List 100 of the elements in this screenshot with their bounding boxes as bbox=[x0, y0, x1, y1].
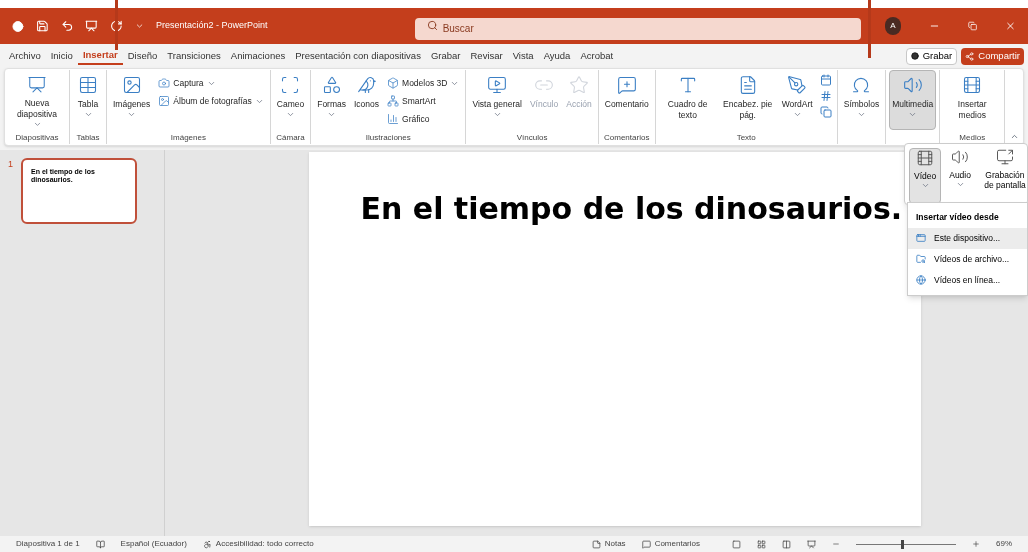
ribbon-button[interactable]: Multimedia bbox=[889, 70, 937, 130]
group-label: Vínculos bbox=[516, 132, 548, 144]
menu-item[interactable]: Este dispositivo... bbox=[908, 227, 1027, 249]
ribbon-button[interactable]: Vista general bbox=[469, 70, 525, 130]
redo-icon[interactable] bbox=[110, 19, 123, 33]
leader-line bbox=[115, 0, 118, 50]
close-icon[interactable] bbox=[1005, 20, 1017, 32]
monitor-icon bbox=[487, 75, 508, 95]
ribbon-tab[interactable]: Animaciones bbox=[225, 47, 291, 65]
calendar-icon[interactable] bbox=[819, 74, 832, 86]
restore-icon[interactable] bbox=[968, 21, 978, 31]
avatar[interactable]: A bbox=[884, 17, 902, 35]
ribbon-button[interactable]: Comentario bbox=[601, 70, 652, 130]
window-title: Presentación2 - PowerPoint bbox=[155, 19, 269, 33]
record-icon bbox=[910, 52, 919, 60]
notes-icon bbox=[591, 539, 601, 549]
film-icon bbox=[962, 75, 983, 95]
ribbon-tab[interactable]: Grabar bbox=[425, 47, 466, 65]
speaker-icon bbox=[951, 148, 970, 166]
collapse-icon[interactable] bbox=[1010, 132, 1019, 141]
ribbon-button[interactable]: Cameo bbox=[273, 70, 308, 130]
group-label: Comentarios bbox=[604, 132, 650, 144]
ribbon-button[interactable]: Gráfico bbox=[384, 110, 463, 128]
comment-icon bbox=[641, 539, 651, 549]
normal-view-icon[interactable] bbox=[732, 539, 741, 549]
slide-count: Diapositiva 1 de 1 bbox=[16, 538, 80, 550]
ribbon-button[interactable]: Captura bbox=[155, 74, 267, 92]
star-icon bbox=[569, 75, 589, 95]
share-button[interactable]: Compartir bbox=[961, 47, 1024, 65]
bird-icon bbox=[356, 75, 377, 95]
menu-item[interactable]: Vídeos de archivo... bbox=[908, 248, 1027, 270]
ribbon-tab[interactable]: Acrobat bbox=[575, 47, 619, 65]
media-button[interactable]: Grabación de pantalla bbox=[978, 148, 1028, 204]
media-button[interactable]: Vídeo bbox=[909, 148, 942, 204]
app-icon[interactable] bbox=[12, 19, 24, 33]
ribbon-button[interactable]: Álbum de fotografías bbox=[155, 92, 267, 110]
ribbon-button[interactable]: SmartArt bbox=[384, 92, 463, 110]
zoom-thumb[interactable] bbox=[901, 539, 904, 549]
folder-search-icon bbox=[916, 254, 926, 265]
number-icon[interactable] bbox=[819, 90, 832, 102]
omega-icon bbox=[851, 75, 872, 95]
ribbon-button[interactable]: Tabla bbox=[73, 70, 103, 130]
ribbon-button[interactable]: Insertar medios bbox=[943, 70, 1002, 130]
ribbon-tab[interactable]: Inicio bbox=[45, 47, 78, 65]
accessibility-status[interactable]: Accesibilidad: todo correcto bbox=[215, 538, 314, 550]
bar-chart-icon bbox=[387, 113, 400, 125]
language-label[interactable]: Español (Ecuador) bbox=[120, 538, 187, 550]
ribbon-tab[interactable]: Ayuda bbox=[538, 47, 576, 65]
slideshow-icon[interactable] bbox=[807, 539, 816, 549]
ribbon-button[interactable]: Formas bbox=[314, 70, 349, 130]
ribbon-tab[interactable]: Diseño bbox=[122, 47, 163, 65]
table-icon bbox=[78, 75, 98, 95]
sorter-view-icon[interactable] bbox=[757, 539, 766, 549]
media-button[interactable]: Audio bbox=[945, 148, 975, 204]
picture-icon bbox=[158, 95, 171, 107]
group-label: Texto bbox=[736, 132, 756, 144]
ribbon-button[interactable]: Nueva diapositiva bbox=[8, 70, 66, 130]
search-field[interactable]: Buscar bbox=[414, 17, 861, 40]
leader-line bbox=[868, 0, 871, 58]
accessibility-icon bbox=[202, 539, 212, 549]
diagram-icon bbox=[387, 95, 400, 107]
customize-icon[interactable] bbox=[134, 21, 144, 31]
spelling-icon[interactable] bbox=[95, 539, 105, 549]
slide-number: 1 bbox=[8, 158, 13, 171]
ribbon-button[interactable]: Encabez. pie pág. bbox=[718, 70, 777, 130]
ribbon-button[interactable]: Símbolos bbox=[840, 70, 883, 130]
presenter-icon[interactable] bbox=[85, 19, 99, 33]
speaker-icon bbox=[902, 75, 923, 95]
device-icon bbox=[916, 233, 926, 244]
zoom-percent[interactable]: 69% bbox=[996, 538, 1012, 550]
ribbon-button[interactable]: WordArt bbox=[778, 70, 816, 130]
shapes-icon bbox=[321, 75, 342, 95]
ribbon-button[interactable]: Cuadro de texto bbox=[658, 70, 717, 130]
pen-icon bbox=[787, 75, 808, 95]
ribbon-button[interactable]: Imágenes bbox=[110, 70, 154, 130]
object-icon[interactable] bbox=[819, 106, 832, 118]
undo-icon[interactable] bbox=[60, 19, 74, 33]
ribbon-tab[interactable]: Revisar bbox=[465, 47, 508, 65]
globe-icon bbox=[916, 275, 926, 286]
ribbon-button[interactable]: Modelos 3D bbox=[384, 74, 463, 92]
ribbon-tab[interactable]: Transiciones bbox=[162, 47, 226, 65]
group-label: Imágenes bbox=[170, 132, 206, 144]
menu-item[interactable]: Vídeos en línea... bbox=[908, 269, 1027, 291]
film-icon bbox=[916, 149, 935, 167]
ribbon-button[interactable]: Iconos bbox=[351, 70, 383, 130]
ribbon-tab[interactable]: Archivo bbox=[4, 47, 46, 65]
group-label: Ilustraciones bbox=[365, 132, 411, 144]
ribbon-tab[interactable]: Presentación con diapositivas bbox=[290, 47, 426, 65]
save-icon[interactable] bbox=[35, 19, 49, 33]
group-label: Cámara bbox=[276, 132, 305, 144]
notes-button[interactable]: Notas bbox=[591, 538, 626, 550]
group-label: Tablas bbox=[76, 132, 100, 144]
zoom-in-icon[interactable] bbox=[972, 540, 980, 548]
comments-button[interactable]: Comentarios bbox=[641, 538, 700, 550]
ribbon-tab[interactable]: Vista bbox=[507, 47, 539, 65]
reading-view-icon[interactable] bbox=[782, 539, 791, 549]
comment-icon bbox=[616, 75, 637, 95]
record-button[interactable]: Grabar bbox=[905, 47, 958, 65]
slide-title[interactable]: En el tiempo de los dinosaurios. bbox=[360, 191, 903, 226]
share-icon bbox=[965, 51, 975, 61]
